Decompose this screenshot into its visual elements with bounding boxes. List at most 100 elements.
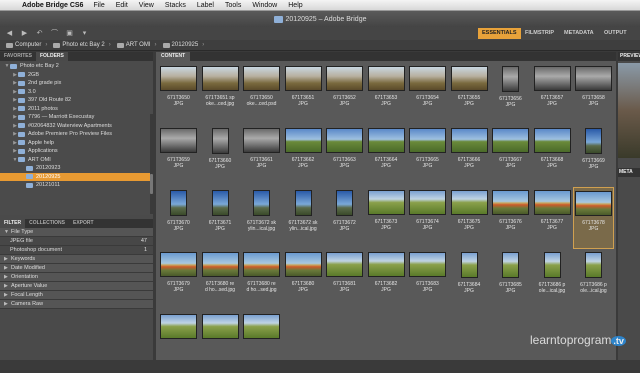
thumbnail-image[interactable] [409,190,446,215]
thumbnail-item[interactable]: 671T3651 sp oke...ced.jpg [200,63,241,125]
crumb-art-omi[interactable]: ART OMI › [116,42,157,48]
filter-option[interactable]: JPEG file 47 [0,237,153,246]
thumbnail-item[interactable]: 671T3679 JPG [158,249,199,311]
recent-folder-icon[interactable]: ↶ [34,29,45,38]
thumbnail-item[interactable]: 671T3650 JPG [158,63,199,125]
thumbnail-image[interactable] [533,128,571,153]
thumbnail-image[interactable] [243,314,280,339]
thumbnail-item[interactable]: 671T3664 JPG [366,125,407,187]
thumbnail-image[interactable] [326,128,363,153]
thumbnail-item[interactable]: 671T3659 JPG [158,125,199,187]
thumbnail-image[interactable] [253,190,270,216]
thumbnail-item[interactable]: 671T3653 JPG [366,63,407,125]
folder-tree-item[interactable]: ▶ Applications [0,147,153,156]
thumbnail-item[interactable]: 671T3680 re d ho...sed.jpg [241,249,282,311]
thumbnail-item[interactable]: 671T3676 JPG [490,187,531,249]
thumbnail-item[interactable]: 671T3684 JPG [449,249,490,311]
filter-category[interactable]: ▶ Focal Length [0,291,153,300]
thumbnail-image[interactable] [543,252,561,278]
thumbnail-image[interactable] [284,128,322,153]
thumbnail-item[interactable]: 671T3658 JPG [573,63,614,125]
filter-category[interactable]: ▶ Aperture Value [0,282,153,291]
thumbnail-item[interactable]: 671T3672 sk ylin...ical.jpg [283,187,324,249]
folder-tree-item[interactable]: ▶ 7796 — Marriott Execustay [0,113,153,122]
disclosure-triangle-icon[interactable]: ▶ [4,283,11,289]
thumbnail-image[interactable] [367,190,405,215]
folder-tree-item[interactable]: ▶ 397 Old Route 82 [0,96,153,105]
crumb-20120925[interactable]: 20120925 › [162,42,204,48]
thumbnail-image[interactable] [243,128,280,153]
thumbnail-image[interactable] [450,66,488,91]
crumb-photo-etc[interactable]: Photo etc Bay 2 › [53,42,111,48]
filter-category[interactable]: ▶ Keywords [0,255,153,264]
thumbnail-item[interactable]: 671T3663 JPG [324,125,365,187]
folder-tree-item[interactable]: ▶ 2GB [0,71,153,80]
menu-file[interactable]: File [93,2,104,9]
disclosure-triangle-icon[interactable]: ▶ [4,256,11,262]
tab-folders[interactable]: FOLDERS [35,52,68,61]
thumbnail-image[interactable] [284,66,322,91]
folder-tree-item[interactable]: ▶ 3.0 [0,88,153,97]
thumbnail-image[interactable] [409,252,446,277]
tab-export[interactable]: EXPORT [69,219,98,228]
disclosure-triangle-icon[interactable]: ▼ [4,229,11,235]
thumbnail-image[interactable] [211,128,229,154]
thumbnail-image[interactable] [336,190,353,216]
thumbnail-image[interactable] [201,252,239,277]
menu-tools[interactable]: Tools [225,2,241,9]
thumbnail-item[interactable]: 671T3660 JPG [200,125,241,187]
boomerang-icon[interactable]: ⌒ [49,29,60,38]
thumbnail-image[interactable] [160,128,197,153]
menu-stacks[interactable]: Stacks [165,2,186,9]
workspace-metadata[interactable]: METADATA [560,28,598,39]
refine-icon[interactable]: ▾ [79,29,90,38]
filter-category[interactable]: ▼ File Type [0,228,153,237]
thumbnail-image[interactable] [502,252,519,278]
menu-window[interactable]: Window [252,2,277,9]
tab-filter[interactable]: FILTER [0,219,26,228]
thumbnail-image[interactable] [326,252,363,277]
thumbnail-image[interactable] [367,128,405,153]
thumbnail-image[interactable] [533,190,571,215]
thumbnail-item[interactable]: 671T3654 JPG [407,63,448,125]
workspace-output[interactable]: OUTPUT [600,28,631,39]
thumbnail-item[interactable]: 671T3652 JPG [324,63,365,125]
menu-help[interactable]: Help [288,2,302,9]
folder-tree-item[interactable]: ▶ #02064832 Waterview Apartments [0,122,153,131]
thumbnail-image[interactable] [201,314,239,339]
folder-tree-item[interactable]: ▼ Photo etc Bay 2 [0,62,153,71]
thumbnail-item[interactable]: 671T3661 JPG [241,125,282,187]
folder-tree-item[interactable]: ▶ 2011 photos [0,105,153,114]
thumbnail-image[interactable] [367,252,405,277]
filter-category[interactable]: ▶ Orientation [0,273,153,282]
folder-tree-item[interactable]: 20121011 [0,181,153,190]
thumbnail-image[interactable] [160,252,197,277]
filter-category[interactable]: ▶ Camera Raw [0,300,153,309]
thumbnail-item[interactable]: 671T3657 JPG [532,63,573,125]
thumbnail-item[interactable] [241,311,282,373]
back-arrow-icon[interactable]: ◀ [4,29,15,38]
thumbnail-image[interactable] [170,190,187,216]
thumbnail-item[interactable] [200,311,241,373]
thumbnail-item[interactable]: 671T3665 JPG [407,125,448,187]
thumbnail-item[interactable]: 671T3655 JPG [449,63,490,125]
menu-view[interactable]: View [139,2,154,9]
thumbnail-item[interactable]: 671T3685 JPG [490,249,531,311]
thumbnail-item[interactable]: 671T3675 JPG [449,187,490,249]
folder-tree-item[interactable]: ▶ Apple help [0,139,153,148]
folder-tree-item[interactable]: ▶ 2nd grade pix [0,79,153,88]
crumb-computer[interactable]: Computer › [6,42,47,48]
thumbnail-image[interactable] [460,252,478,278]
thumbnail-item[interactable]: 671T3666 JPG [449,125,490,187]
folder-tree-item[interactable]: 20120925 [0,172,153,181]
folder-tree-item[interactable]: ▼ ART OMI [0,156,153,165]
thumbnail-image[interactable] [243,252,280,277]
tab-content[interactable]: CONTENT [156,52,191,61]
tab-preview[interactable]: PREVIEW [618,52,640,61]
thumbnail-item[interactable]: 671T3681 JPG [324,249,365,311]
thumbnail-image[interactable] [575,66,612,91]
disclosure-triangle-icon[interactable]: ▶ [4,292,11,298]
thumbnail-item[interactable]: 671T3672 sk ylin...ical.jpg [241,187,282,249]
app-name-menu[interactable]: Adobe Bridge CS6 [22,2,83,9]
thumbnail-image[interactable] [502,66,519,92]
